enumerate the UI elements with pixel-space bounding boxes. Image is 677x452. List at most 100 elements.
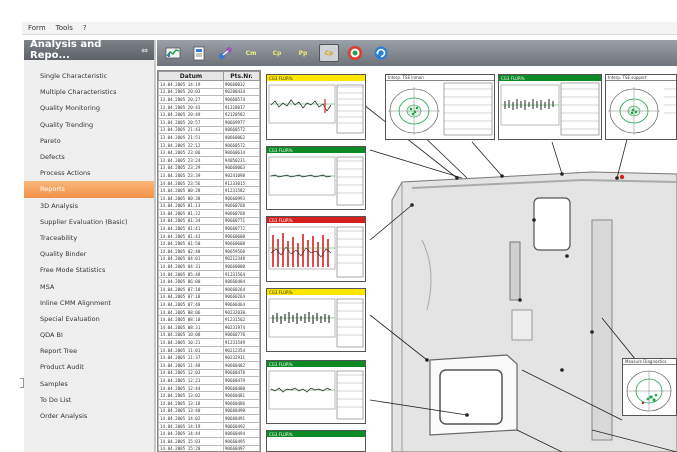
table-row[interactable]: 13.04.2005 20:27 90660574 [158, 95, 260, 104]
target-chart-card[interactable]: Interp. TSE support [605, 74, 677, 140]
column-header-part-number[interactable]: Pts.Nr. [222, 71, 260, 81]
table-row[interactable]: 14.04.2005 15:20 90660497 [158, 444, 260, 451]
control-chart-card[interactable]: CG3 FLUR% [266, 216, 366, 282]
target-chart-card[interactable]: Interp. TSE inmon [385, 74, 495, 140]
table-row[interactable]: 14.04.2005 12:03 90660478 [158, 368, 260, 378]
sidebar-item-process-actions[interactable]: Process Actions [24, 165, 154, 181]
column-header-date[interactable]: Datum [158, 71, 224, 81]
sidebar-item-quality-trending[interactable]: Quality Trending [24, 117, 154, 133]
table-row[interactable]: 14.04.2005 12:21 90660479 [158, 376, 260, 385]
sidebar-item-samples[interactable]: Samples [24, 376, 154, 392]
table-row[interactable]: 14.04.2005 04:01 90212348 [158, 254, 260, 264]
table-row[interactable]: 13.04.2005 20:43 91318017 [158, 102, 260, 112]
table-row[interactable]: 14.04.2005 01:43 90660608 [158, 231, 260, 241]
sidebar-item-inline-cmm-alignment[interactable]: Inline CMM Alignment [24, 295, 154, 311]
table-row[interactable]: 14.04.2005 14:02 90660491 [158, 414, 260, 423]
pin-icon[interactable]: ⇔ [141, 46, 148, 55]
table-row[interactable]: 14.04.2005 11:01 90212354 [158, 345, 260, 355]
control-chart-card[interactable]: CG3 FLUR% [266, 360, 366, 424]
table-row[interactable]: 14.04.2005 01:41 90660772 [158, 224, 260, 233]
sidebar-item-product-audit[interactable]: Product Audit [24, 359, 154, 375]
table-row[interactable]: 14.04.2005 14:19 90660032 [158, 80, 260, 89]
sidebar-item-quality-monitoring[interactable]: Quality Monitoring [24, 100, 154, 116]
table-row[interactable]: 14.04.2005 01:50 90660608 [158, 239, 260, 249]
sidebar-item-reports[interactable]: Reports [24, 181, 154, 198]
cell-part-number: 90231974 [222, 323, 260, 332]
control-chart-card[interactable]: CG3 FLUR% [498, 74, 602, 140]
table-row[interactable]: 13.04.2005 21:51 90660062 [158, 133, 260, 142]
ppk-icon[interactable]: Pp [293, 44, 313, 62]
table-row[interactable]: 14.04.2005 02:48 90659560 [158, 247, 260, 256]
table-row[interactable]: 13.04.2005 20:49 92120582 [158, 110, 260, 119]
table-row[interactable]: 13.04.2005 20:57 90669977 [158, 117, 260, 127]
sidebar-item-pareto[interactable]: Pareto [24, 133, 154, 149]
table-row[interactable]: 14.04.2005 08:31 90231974 [158, 323, 260, 332]
control-chart-card[interactable]: CG3 FLUR% [266, 74, 366, 140]
table-row[interactable]: 14.04.2005 07:18 90660264 [158, 292, 260, 302]
table-row[interactable]: 14.04.2005 08:18 91231562 [158, 315, 260, 324]
sidebar-item-multiple-characteristics[interactable]: Multiple Characteristics [24, 84, 154, 100]
table-row[interactable]: 14.04.2005 11:48 90660482 [158, 360, 260, 370]
control-chart-card[interactable]: CG3 FLUR% [266, 288, 366, 352]
chart-icon[interactable] [163, 44, 183, 62]
menu-help[interactable]: ? [83, 24, 87, 32]
table-row[interactable]: 14.04.2005 01:34 90660771 [158, 216, 260, 226]
sidebar-item-quality-binder[interactable]: Quality Binder [24, 246, 154, 262]
control-chart-card[interactable]: CG3 FLUR% [266, 430, 366, 452]
cell-date: 13.04.2005 23:06 [158, 148, 224, 157]
table-row[interactable]: 14.04.2005 07:48 90660464 [158, 300, 260, 309]
sidebar-item-order-analysis[interactable]: Order Analysis [24, 408, 154, 424]
control-chart-card[interactable]: CG3 FLUR% [266, 146, 366, 210]
sidebar-item-qda-bi[interactable]: QDA BI [24, 327, 154, 343]
table-row[interactable]: 14.04.2005 01:22 90660768 [158, 209, 260, 218]
table-row[interactable]: 14.04.2005 14:44 90660494 [158, 429, 260, 438]
table-row[interactable]: 13.04.2005 21:43 90660572 [158, 125, 260, 135]
table-row[interactable]: 14.04.2005 00:38 90660993 [158, 193, 260, 203]
sidebar-item-single-characteristic[interactable]: Single Characteristic [24, 68, 154, 84]
table-row[interactable]: 13.04.2005 22:12 90660572 [158, 140, 260, 150]
cm-icon[interactable]: Cm [241, 44, 261, 62]
sidebar-item-to-do-list[interactable]: To Do List [24, 392, 154, 408]
table-row[interactable]: 14.04.2005 11:37 90232911 [158, 353, 260, 362]
table-row[interactable]: 14.04.2005 13:18 90660486 [158, 398, 260, 408]
table-row[interactable]: 14.04.2005 01:13 90660768 [158, 201, 260, 211]
sidebar-item-free-mode-statistics[interactable]: Free Mode Statistics [24, 262, 154, 278]
table-row[interactable]: 14.04.2005 12:44 90660480 [158, 383, 260, 393]
table-row[interactable]: 14.04.2005 15:03 90660495 [158, 436, 260, 446]
table-row[interactable]: 13.04.2005 23:39 90241098 [158, 171, 260, 180]
table-row[interactable]: 14.04.2005 05:48 91231564 [158, 269, 260, 279]
table-row[interactable]: 13.04.2005 23:06 90660614 [158, 148, 260, 157]
menu-tools[interactable]: Tools [56, 24, 73, 32]
target-chart-card[interactable]: Measure Diagnostics [622, 358, 677, 416]
table-row[interactable]: 13.04.2005 23:29 90660063 [158, 163, 260, 173]
table-row[interactable]: 14.04.2005 08:06 90232030 [158, 307, 260, 317]
table-row[interactable]: 14.04.2005 14:19 90660492 [158, 421, 260, 431]
table-row[interactable]: 14.04.2005 04:31 90660000 [158, 262, 260, 271]
panel-splitter[interactable] [154, 40, 156, 452]
table-row[interactable]: 14.04.2005 10:08 90660776 [158, 330, 260, 340]
sidebar-item-msa[interactable]: MSA [24, 278, 154, 294]
sidebar-item-traceability[interactable]: Traceability [24, 230, 154, 246]
sidebar-item-special-evaluation[interactable]: Special Evaluation [24, 311, 154, 327]
splitter-grip-icon[interactable] [20, 378, 24, 388]
sidebar-item-3d-analysis[interactable]: 3D Analysis [24, 198, 154, 214]
table-row[interactable]: 14.04.2005 07:10 90660264 [158, 285, 260, 294]
table-row[interactable]: 14.04.2005 06:00 90660484 [158, 277, 260, 287]
document-icon[interactable] [189, 44, 209, 62]
sidebar-item-defects[interactable]: Defects [24, 149, 154, 165]
table-row[interactable]: 14.04.2005 10:21 91231549 [158, 338, 260, 347]
refresh-icon[interactable] [371, 44, 391, 62]
cpk-icon[interactable]: Cp [319, 44, 339, 62]
cp-icon[interactable]: Cp [267, 44, 287, 62]
link-icon[interactable] [215, 44, 235, 62]
table-row[interactable]: 13.04.2005 23:24 94050231 [158, 155, 260, 165]
table-row[interactable]: 14.04.2005 13:40 90660490 [158, 406, 260, 416]
menu-form[interactable]: Form [28, 24, 46, 32]
table-row[interactable]: 14.04.2005 13:02 90660481 [158, 391, 260, 400]
target-icon[interactable] [345, 44, 365, 62]
table-row[interactable]: 14.04.2005 23:56 91233015 [158, 178, 260, 188]
sidebar-item-report-tree[interactable]: Report Tree [24, 343, 154, 359]
sidebar-item-supplier-evaluation[interactable]: Supplier Evaluation (Basic) [24, 214, 154, 230]
table-row[interactable]: 14.04.2005 00:28 91231582 [158, 186, 260, 195]
table-row[interactable]: 13.04.2005 20:03 90200434 [158, 87, 260, 97]
